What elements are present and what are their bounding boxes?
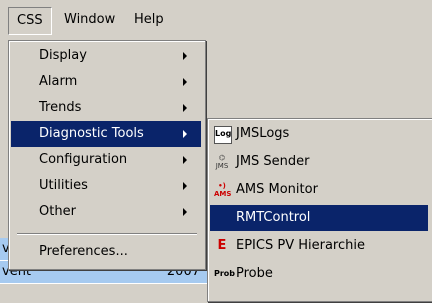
submenu-item-epics-pv-hierarchie[interactable]: E EPICS PV Hierarchie <box>210 233 428 259</box>
submenu-arrow-icon <box>183 104 187 112</box>
probe-icon: Prob <box>214 269 236 278</box>
menu-item-diagnostic-tools[interactable]: Diagnostic Tools <box>11 121 201 147</box>
menu-item-utilities[interactable]: Utilities <box>11 173 201 199</box>
menu-css[interactable]: CSS <box>8 7 52 35</box>
menu-item-configuration[interactable]: Configuration <box>11 147 201 173</box>
menu-item-trends[interactable]: Trends <box>11 95 201 121</box>
submenu-item-probe[interactable]: Prob Probe <box>210 261 428 287</box>
submenu-arrow-icon <box>183 130 187 138</box>
diagnostic-tools-submenu: Log JMSLogs ⌬ JMS JMS Sender •) AMS AMS Mo… <box>207 118 432 302</box>
submenu-item-rmtcontrol[interactable]: RMTControl <box>210 205 428 231</box>
submenu-item-jms-sender[interactable]: ⌬ JMS JMS Sender <box>210 149 428 175</box>
menu-window[interactable]: Window <box>56 7 123 33</box>
menu-help[interactable]: Help <box>126 7 172 33</box>
submenu-arrow-icon <box>183 156 187 164</box>
submenu-arrow-icon <box>183 208 187 216</box>
menu-item-other[interactable]: Other <box>11 199 201 225</box>
menu-item-display[interactable]: Display <box>11 43 201 69</box>
menu-item-preferences[interactable]: Preferences... <box>11 239 201 265</box>
submenu-item-ams-monitor[interactable]: •) AMS AMS Monitor <box>210 177 428 203</box>
submenu-item-jmslogs[interactable]: Log JMSLogs <box>210 121 428 147</box>
submenu-arrow-icon <box>183 78 187 86</box>
menu-item-alarm[interactable]: Alarm <box>11 69 201 95</box>
css-menu: Display Alarm Trends Diagnostic Tools Co… <box>8 40 206 270</box>
log-icon: Log <box>214 126 232 144</box>
submenu-arrow-icon <box>183 182 187 190</box>
menu-separator <box>17 233 197 235</box>
submenu-arrow-icon <box>183 52 187 60</box>
ams-monitor-icon: •) AMS <box>214 182 232 198</box>
jms-sender-icon: ⌬ JMS <box>215 154 229 170</box>
menubar: CSS Window Help <box>0 0 432 40</box>
epics-icon: E <box>217 238 227 253</box>
